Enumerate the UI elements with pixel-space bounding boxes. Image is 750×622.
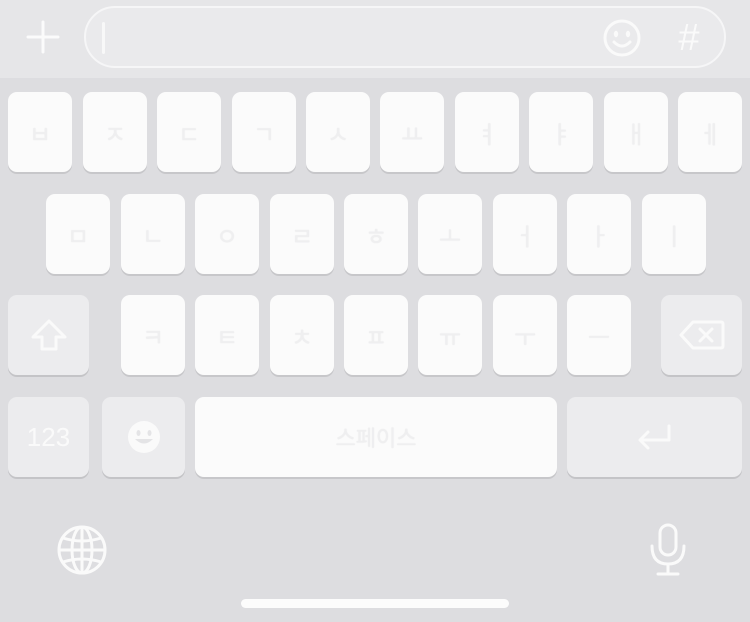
key-row1-8[interactable]: ㅑ bbox=[529, 92, 593, 172]
key-label: ㅈ bbox=[103, 120, 127, 149]
key-row2-4[interactable]: ㄹ bbox=[270, 194, 334, 274]
key-label: ㅎ bbox=[364, 222, 388, 251]
home-indicator[interactable] bbox=[241, 599, 509, 608]
key-row3-4[interactable]: ㅍ bbox=[344, 295, 408, 375]
key-row3-6[interactable]: ㅜ bbox=[493, 295, 557, 375]
key-label: ㅋ bbox=[141, 323, 165, 352]
key-label: ㄷ bbox=[177, 120, 201, 149]
key-label: ㅁ bbox=[66, 222, 90, 251]
key-label: ㅜ bbox=[513, 323, 537, 352]
key-row2-5[interactable]: ㅎ bbox=[344, 194, 408, 274]
plus-icon bbox=[26, 20, 60, 54]
space-key-label: 스페이스 bbox=[335, 427, 417, 452]
key-label: ㅐ bbox=[624, 120, 648, 149]
key-label: ㅊ bbox=[290, 323, 314, 352]
key-label: ㄱ bbox=[252, 120, 276, 149]
key-row1-1[interactable]: ㅂ bbox=[8, 92, 72, 172]
emoji-key[interactable] bbox=[102, 397, 185, 477]
key-label: ㅠ bbox=[438, 323, 462, 352]
key-row2-8[interactable]: ㅏ bbox=[567, 194, 631, 274]
key-row2-6[interactable]: ㅗ bbox=[418, 194, 482, 274]
key-label: ㅌ bbox=[215, 323, 239, 352]
return-icon bbox=[638, 424, 670, 450]
key-row3-1[interactable]: ㅋ bbox=[121, 295, 185, 375]
key-label: ㅕ bbox=[475, 120, 499, 149]
key-row3-2[interactable]: ㅌ bbox=[195, 295, 259, 375]
key-label: ㅛ bbox=[400, 120, 424, 149]
key-label: ㅗ bbox=[438, 222, 462, 251]
key-row1-10[interactable]: ㅔ bbox=[678, 92, 742, 172]
shift-key[interactable] bbox=[8, 295, 89, 375]
key-label: ㅏ bbox=[587, 222, 611, 251]
key-row2-9[interactable]: ㅣ bbox=[642, 194, 706, 274]
key-label: ㅇ bbox=[215, 222, 239, 251]
text-caret bbox=[102, 22, 105, 54]
key-row1-2[interactable]: ㅈ bbox=[83, 92, 147, 172]
globe-icon bbox=[57, 525, 107, 575]
key-row2-3[interactable]: ㅇ bbox=[195, 194, 259, 274]
key-row1-4[interactable]: ㄱ bbox=[232, 92, 296, 172]
delete-key[interactable] bbox=[661, 295, 742, 375]
key-row2-2[interactable]: ㄴ bbox=[121, 194, 185, 274]
emoji-button[interactable] bbox=[601, 17, 643, 59]
globe-button[interactable] bbox=[54, 522, 110, 578]
key-row1-9[interactable]: ㅐ bbox=[604, 92, 668, 172]
emoji-face-icon bbox=[127, 421, 160, 453]
key-label: ㅍ bbox=[364, 323, 388, 352]
space-key[interactable]: 스페이스 bbox=[195, 397, 557, 477]
smiley-icon bbox=[603, 19, 641, 57]
key-label: ㅂ bbox=[28, 120, 52, 149]
key-label: ㅔ bbox=[698, 120, 722, 149]
microphone-button[interactable] bbox=[644, 520, 692, 580]
key-row1-3[interactable]: ㄷ bbox=[157, 92, 221, 172]
key-label: ㅑ bbox=[549, 120, 573, 149]
key-row1-5[interactable]: ㅅ bbox=[306, 92, 370, 172]
key-label: ㄴ bbox=[141, 222, 165, 251]
key-label: ㅡ bbox=[587, 323, 611, 352]
key-label: ㅅ bbox=[326, 120, 350, 149]
key-row3-5[interactable]: ㅠ bbox=[418, 295, 482, 375]
key-row1-6[interactable]: ㅛ bbox=[380, 92, 444, 172]
message-input[interactable]: # bbox=[84, 6, 726, 68]
key-row1-7[interactable]: ㅕ bbox=[455, 92, 519, 172]
numbers-key[interactable]: 123 bbox=[8, 397, 89, 477]
delete-icon bbox=[679, 320, 724, 350]
return-key[interactable] bbox=[567, 397, 742, 477]
numbers-key-label: 123 bbox=[26, 421, 71, 452]
key-row2-7[interactable]: ㅓ bbox=[493, 194, 557, 274]
key-row3-3[interactable]: ㅊ bbox=[270, 295, 334, 375]
key-row3-7[interactable]: ㅡ bbox=[567, 295, 631, 375]
hashtag-button[interactable]: # bbox=[664, 14, 714, 62]
key-label: ㅓ bbox=[513, 222, 537, 251]
key-label: ㄹ bbox=[290, 222, 314, 251]
keyboard-screen: # ㅂ ㅈ ㄷ ㄱ ㅅ ㅛ ㅕ ㅑ ㅐ ㅔ ㅁ ㄴ ㅇ ㄹ ㅎ ㅗ ㅓ ㅏ ㅣ … bbox=[0, 0, 750, 622]
plus-button[interactable] bbox=[22, 16, 64, 58]
key-label: ㅣ bbox=[662, 222, 686, 251]
input-toolbar: # bbox=[0, 0, 750, 78]
shift-icon bbox=[31, 319, 66, 351]
key-row2-1[interactable]: ㅁ bbox=[46, 194, 110, 274]
system-bar bbox=[0, 490, 750, 622]
microphone-icon bbox=[650, 523, 686, 576]
